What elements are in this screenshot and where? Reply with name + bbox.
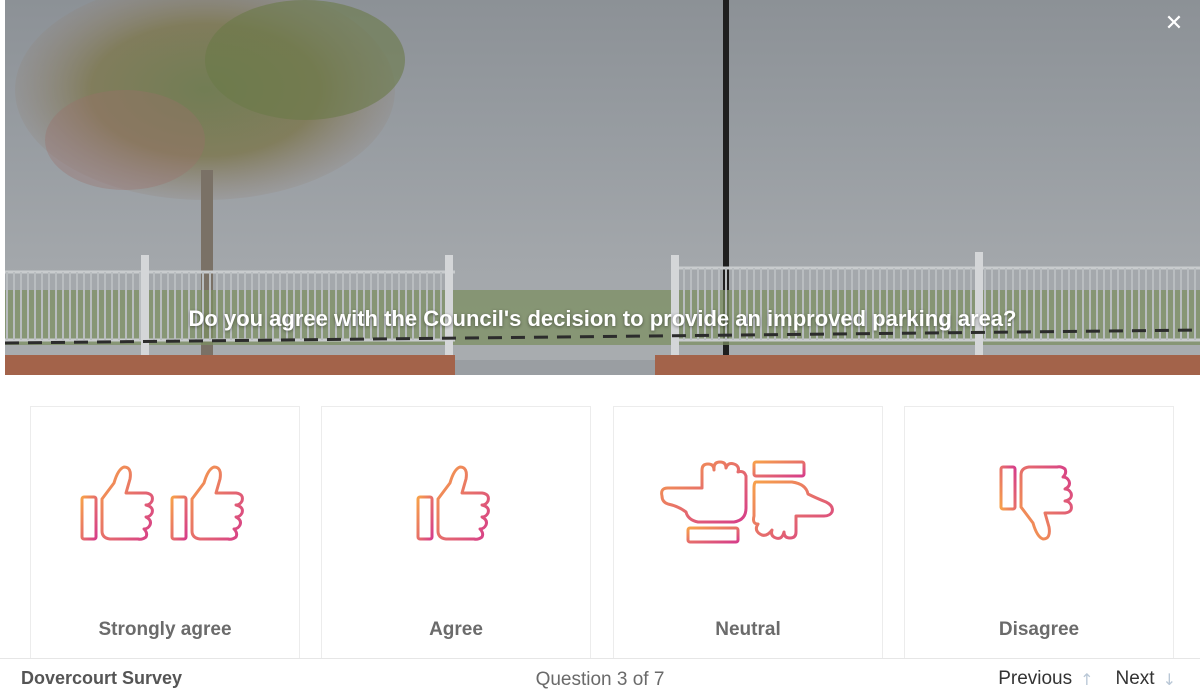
answer-options: Strongly agree Agree Neutral Disagree <box>30 406 1174 658</box>
option-neutral[interactable]: Neutral <box>613 406 883 658</box>
arrow-down-icon: ↓ <box>1162 669 1176 689</box>
arrow-up-icon: ↑ <box>1080 669 1094 689</box>
question-title: Do you agree with the Council's decision… <box>188 306 1017 331</box>
option-disagree[interactable]: Disagree <box>904 406 1174 658</box>
option-label: Strongly agree <box>98 619 232 640</box>
option-label: Disagree <box>998 619 1080 640</box>
double-thumbs-up-icon <box>31 453 299 553</box>
previous-label: Previous <box>998 668 1073 689</box>
sideways-hands-icon <box>614 453 882 553</box>
option-agree[interactable]: Agree <box>321 406 591 658</box>
option-strongly-agree[interactable]: Strongly agree <box>30 406 300 658</box>
survey-brand: Dovercourt Survey <box>21 668 183 688</box>
thumbs-up-icon <box>322 453 590 553</box>
hero-image: ✕ Do you agree with the Council's decisi… <box>5 0 1200 375</box>
next-label: Next <box>1115 668 1155 689</box>
previous-button[interactable]: Previous ↑ <box>998 668 1093 690</box>
question-navigation: Previous ↑ Next ↓ <box>998 668 1176 690</box>
option-label: Agree <box>429 619 483 640</box>
survey-footer: Dovercourt Survey Question 3 of 7 Previo… <box>0 658 1200 694</box>
option-label: Neutral <box>715 619 781 640</box>
close-button[interactable]: ✕ <box>1160 10 1188 38</box>
thumbs-down-icon <box>905 453 1173 553</box>
next-button[interactable]: Next ↓ <box>1116 668 1176 690</box>
